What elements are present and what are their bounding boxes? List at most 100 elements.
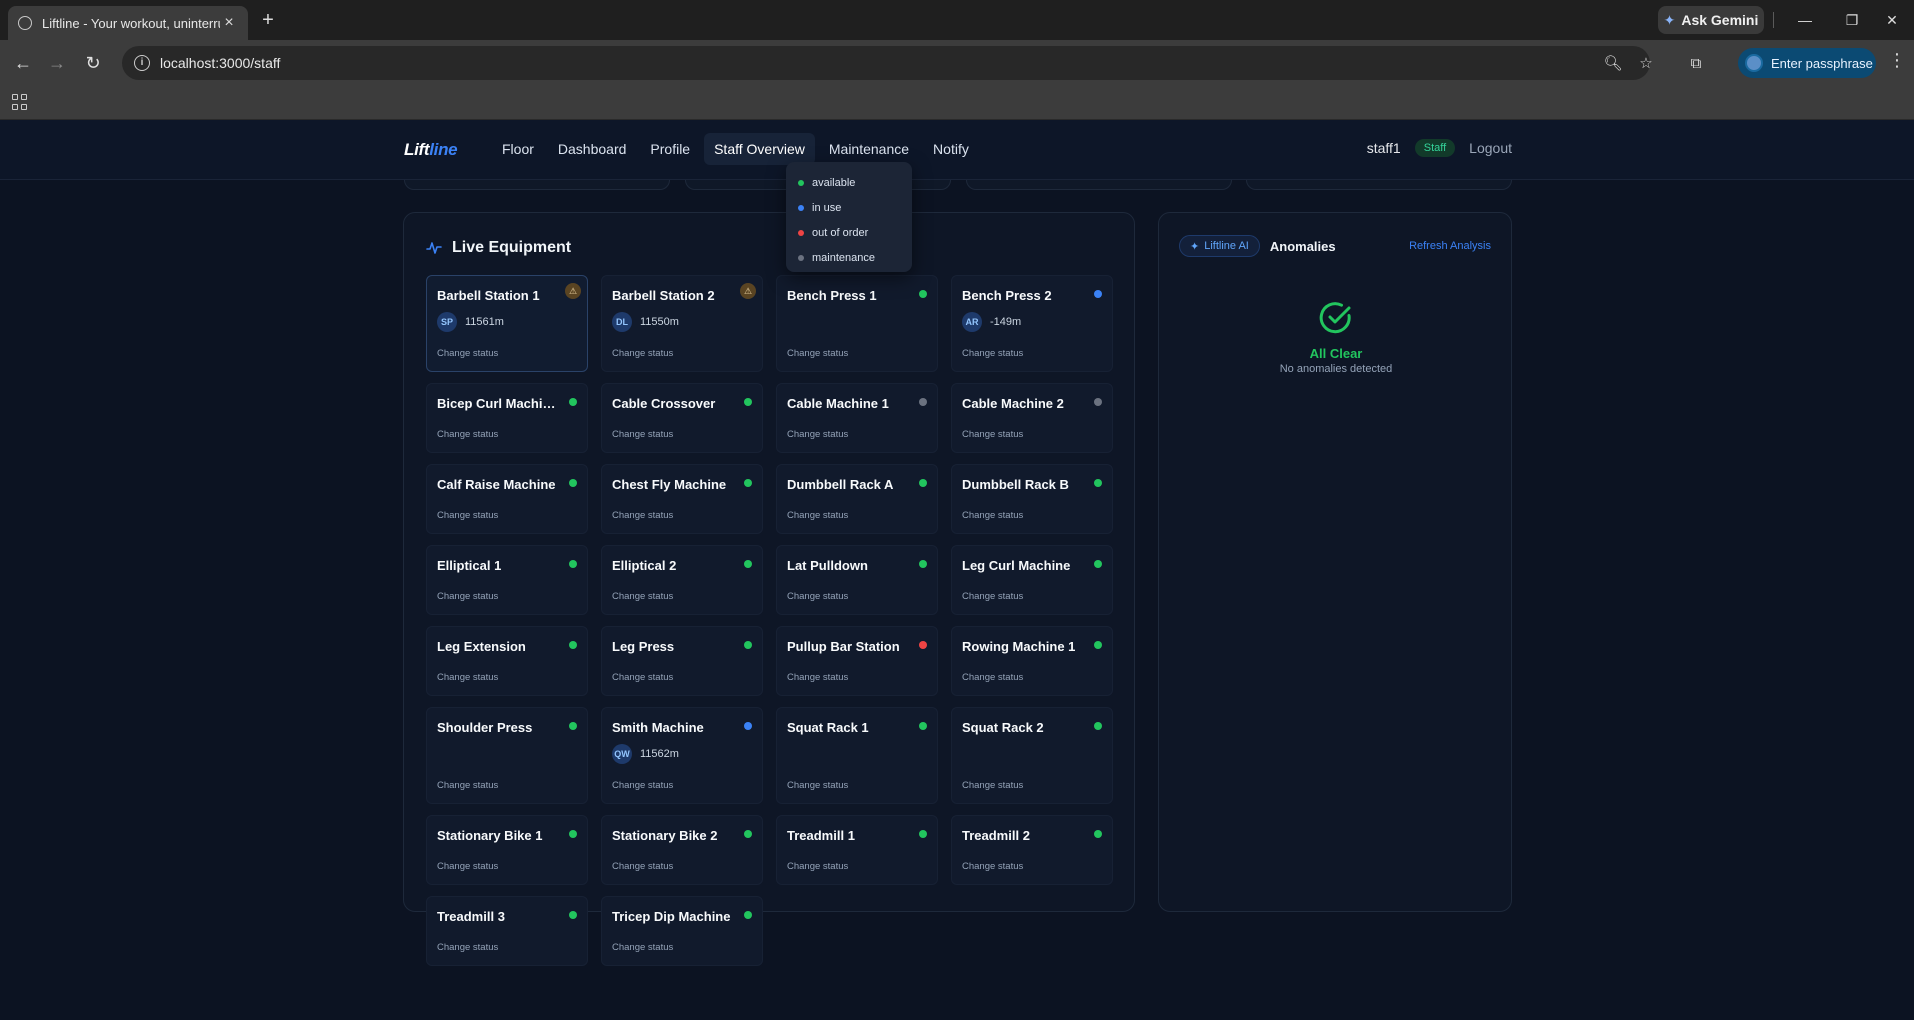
change-status-button[interactable]: Change status (612, 348, 673, 359)
site-info-icon[interactable]: i (134, 55, 150, 71)
new-tab-button[interactable]: + (256, 8, 280, 32)
anomalies-header: ✦ Liftline AI Anomalies Refresh Analysis (1179, 235, 1491, 257)
nav-link-dashboard[interactable]: Dashboard (548, 133, 637, 165)
change-status-button[interactable]: Change status (787, 861, 848, 872)
nav-link-profile[interactable]: Profile (640, 133, 700, 165)
alert-icon[interactable]: ⚠ (740, 283, 756, 299)
change-status-button[interactable]: Change status (787, 510, 848, 521)
equipment-card[interactable]: Stationary Bike 2 Change status (601, 815, 763, 885)
nav-link-notify[interactable]: Notify (923, 133, 979, 165)
change-status-button[interactable]: Change status (437, 942, 498, 953)
equipment-card[interactable]: Treadmill 3 Change status (426, 896, 588, 966)
change-status-button[interactable]: Change status (787, 780, 848, 791)
change-status-button[interactable]: Change status (437, 348, 498, 359)
equipment-name: Shoulder Press (437, 720, 533, 735)
equipment-card[interactable]: Stationary Bike 1 Change status (426, 815, 588, 885)
equipment-card[interactable]: Smith Machine QW 11562m Change status (601, 707, 763, 804)
equipment-card[interactable]: Elliptical 1 Change status (426, 545, 588, 615)
close-window-icon[interactable]: ✕ (1872, 8, 1912, 32)
change-status-button[interactable]: Change status (962, 510, 1023, 521)
tab-search-icon[interactable]: ⧉ (1686, 54, 1706, 74)
change-status-button[interactable]: Change status (612, 510, 673, 521)
browser-tab[interactable]: Liftline - Your workout, uninterrupted × (8, 6, 248, 40)
browser-menu-icon[interactable]: ⋮ (1888, 50, 1906, 71)
change-status-button[interactable]: Change status (787, 429, 848, 440)
profile-avatar-icon (1745, 54, 1763, 72)
equipment-card[interactable]: Chest Fly Machine Change status (601, 464, 763, 534)
equipment-card[interactable]: Calf Raise Machine Change status (426, 464, 588, 534)
change-status-button[interactable]: Change status (962, 591, 1023, 602)
equipment-card[interactable]: Barbell Station 1 ⚠ SP 11561m Change status (426, 275, 588, 372)
user-avatar: SP (437, 312, 457, 332)
equipment-card[interactable]: Rowing Machine 1 Change status (951, 626, 1113, 696)
equipment-card[interactable]: Leg Curl Machine Change status (951, 545, 1113, 615)
change-status-button[interactable]: Change status (612, 942, 673, 953)
equipment-card[interactable]: Tricep Dip Machine Change status (601, 896, 763, 966)
equipment-card[interactable]: Elliptical 2 Change status (601, 545, 763, 615)
change-status-button[interactable]: Change status (787, 591, 848, 602)
nav-link-maintenance[interactable]: Maintenance (819, 133, 919, 165)
equipment-card[interactable]: Squat Rack 1 Change status (776, 707, 938, 804)
equipment-card[interactable]: Squat Rack 2 Change status (951, 707, 1113, 804)
address-bar[interactable]: i localhost:3000/staff 🔍︎ ☆ (122, 46, 1653, 80)
nav-link-staff-overview[interactable]: Staff Overview (704, 133, 815, 165)
change-status-button[interactable]: Change status (437, 780, 498, 791)
ask-gemini-button[interactable]: ✦ Ask Gemini (1658, 6, 1764, 34)
change-status-button[interactable]: Change status (962, 780, 1023, 791)
equipment-card[interactable]: Pullup Bar Station Change status (776, 626, 938, 696)
back-icon[interactable]: ← (10, 50, 36, 76)
equipment-card[interactable]: Leg Extension Change status (426, 626, 588, 696)
close-tab-icon[interactable]: × (220, 14, 238, 32)
reload-icon[interactable]: ↻ (80, 50, 106, 76)
change-status-button[interactable]: Change status (962, 348, 1023, 359)
equipment-card[interactable]: Cable Crossover Change status (601, 383, 763, 453)
minimize-icon[interactable]: — (1785, 8, 1825, 32)
equipment-card[interactable]: Bench Press 1 Change status (776, 275, 938, 372)
zoom-icon[interactable]: 🔍︎ (1603, 54, 1623, 74)
change-status-button[interactable]: Change status (437, 861, 498, 872)
change-status-button[interactable]: Change status (437, 591, 498, 602)
change-status-button[interactable]: Change status (612, 780, 673, 791)
equipment-card[interactable]: Dumbbell Rack B Change status (951, 464, 1113, 534)
change-status-button[interactable]: Change status (962, 861, 1023, 872)
status-dot-icon (744, 641, 752, 649)
equipment-card[interactable]: Leg Press Change status (601, 626, 763, 696)
change-status-button[interactable]: Change status (612, 672, 673, 683)
equipment-card[interactable]: Treadmill 1 Change status (776, 815, 938, 885)
liftline-ai-label: Liftline AI (1204, 240, 1249, 252)
change-status-button[interactable]: Change status (787, 348, 848, 359)
equipment-name: Calf Raise Machine (437, 477, 556, 492)
equipment-card[interactable]: Bench Press 2 AR -149m Change status (951, 275, 1113, 372)
check-circle-icon (1319, 302, 1351, 334)
change-status-button[interactable]: Change status (612, 591, 673, 602)
change-status-button[interactable]: Change status (437, 429, 498, 440)
change-status-button[interactable]: Change status (612, 861, 673, 872)
change-status-button[interactable]: Change status (437, 672, 498, 683)
nav-link-floor[interactable]: Floor (492, 133, 544, 165)
equipment-card[interactable]: Bicep Curl Machine Change status (426, 383, 588, 453)
change-status-button[interactable]: Change status (962, 429, 1023, 440)
alert-icon[interactable]: ⚠ (565, 283, 581, 299)
enter-passphrase-button[interactable]: Enter passphrase (1738, 48, 1876, 78)
logout-link[interactable]: Logout (1469, 140, 1512, 156)
liftline-logo[interactable]: Liftline (404, 140, 458, 160)
status-dot-icon (798, 229, 804, 236)
change-status-button[interactable]: Change status (787, 672, 848, 683)
occupant-row: AR -149m (962, 312, 1021, 332)
change-status-button[interactable]: Change status (962, 672, 1023, 683)
equipment-card[interactable]: Barbell Station 2 ⚠ DL 11550m Change status (601, 275, 763, 372)
equipment-card[interactable]: Lat Pulldown Change status (776, 545, 938, 615)
equipment-card[interactable]: Dumbbell Rack A Change status (776, 464, 938, 534)
equipment-card[interactable]: Cable Machine 2 Change status (951, 383, 1113, 453)
equipment-card[interactable]: Treadmill 2 Change status (951, 815, 1113, 885)
equipment-card[interactable]: Cable Machine 1 Change status (776, 383, 938, 453)
refresh-analysis-button[interactable]: Refresh Analysis (1409, 240, 1491, 252)
bookmark-star-icon[interactable]: ☆ (1636, 54, 1656, 74)
equipment-card[interactable]: Shoulder Press Change status (426, 707, 588, 804)
restore-icon[interactable]: ❐ (1832, 8, 1872, 32)
apps-grid-icon[interactable] (12, 94, 28, 110)
change-status-button[interactable]: Change status (612, 429, 673, 440)
change-status-button[interactable]: Change status (437, 510, 498, 521)
anomalies-panel: ✦ Liftline AI Anomalies Refresh Analysis… (1158, 212, 1512, 912)
forward-icon[interactable]: → (44, 50, 70, 76)
